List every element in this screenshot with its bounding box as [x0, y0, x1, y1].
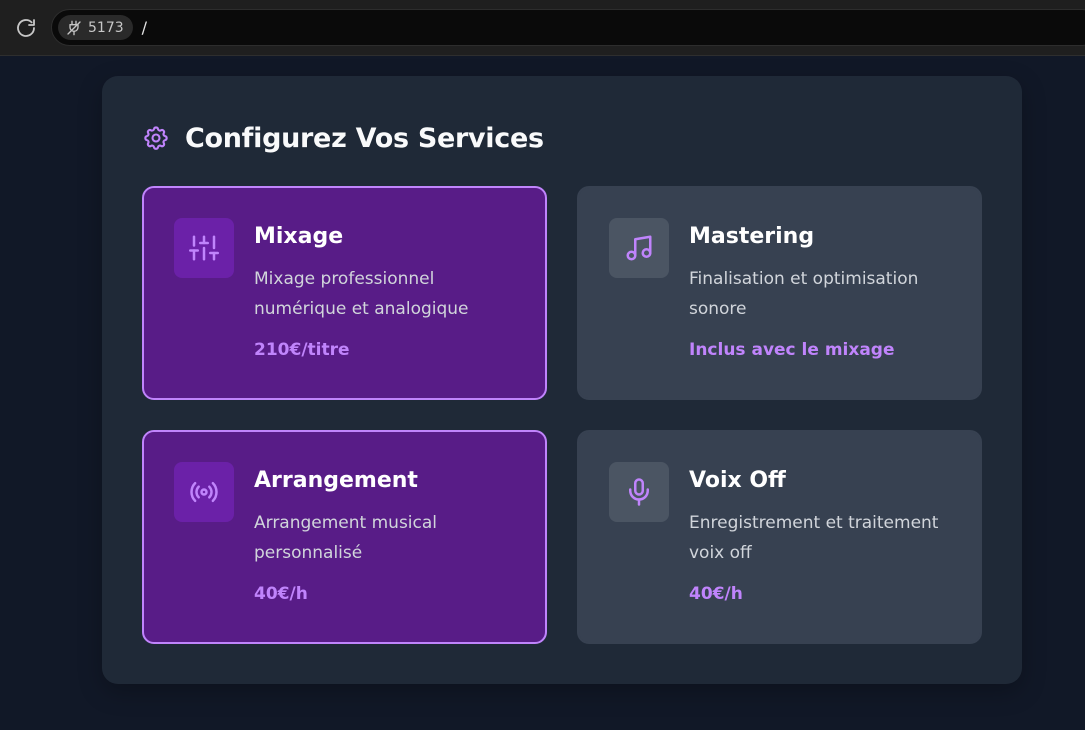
browser-toolbar: 5173 /: [0, 0, 1085, 56]
services-panel: Configurez Vos Services Mixage Mixage pr…: [102, 76, 1022, 684]
port-label: 5173: [88, 19, 124, 36]
service-card-voix-off[interactable]: Voix Off Enregistrement et traitement vo…: [577, 430, 982, 644]
service-title: Mastering: [689, 224, 815, 249]
reload-button[interactable]: [12, 14, 40, 42]
service-card-mastering[interactable]: Mastering Finalisation et optimisation s…: [577, 186, 982, 400]
service-price: 40€/h: [254, 584, 308, 604]
address-bar[interactable]: 5173 /: [51, 9, 1085, 46]
reload-icon: [17, 19, 35, 37]
service-description: Mixage professionnel numérique et analog…: [254, 269, 469, 319]
service-title: Arrangement: [254, 468, 418, 493]
icon-box: [609, 218, 669, 278]
music-note-icon: [626, 235, 652, 261]
service-description: Arrangement musical personnalisé: [254, 513, 438, 563]
icon-box: [609, 462, 669, 522]
icon-box: [174, 462, 234, 522]
broadcast-icon: [190, 481, 218, 503]
microphone-icon: [629, 478, 649, 506]
disconnected-plug-icon: [67, 20, 81, 35]
service-title: Voix Off: [689, 468, 786, 493]
icon-box: [174, 218, 234, 278]
panel-title: Configurez Vos Services: [185, 122, 544, 154]
service-card-mixage[interactable]: Mixage Mixage professionnel numérique et…: [142, 186, 547, 400]
sliders-icon: [189, 235, 219, 261]
gear-icon: [144, 126, 168, 150]
service-price: 210€/titre: [254, 340, 350, 360]
service-card-arrangement[interactable]: Arrangement Arrangement musical personna…: [142, 430, 547, 644]
service-price: 40€/h: [689, 584, 743, 604]
service-description: Enregistrement et traitement voix off: [689, 513, 939, 563]
service-description: Finalisation et optimisation sonore: [689, 269, 919, 319]
service-title: Mixage: [254, 224, 344, 249]
port-chip[interactable]: 5173: [58, 15, 133, 40]
url-path: /: [141, 18, 148, 37]
service-price: Inclus avec le mixage: [689, 340, 895, 360]
panel-header: Configurez Vos Services: [142, 120, 544, 156]
